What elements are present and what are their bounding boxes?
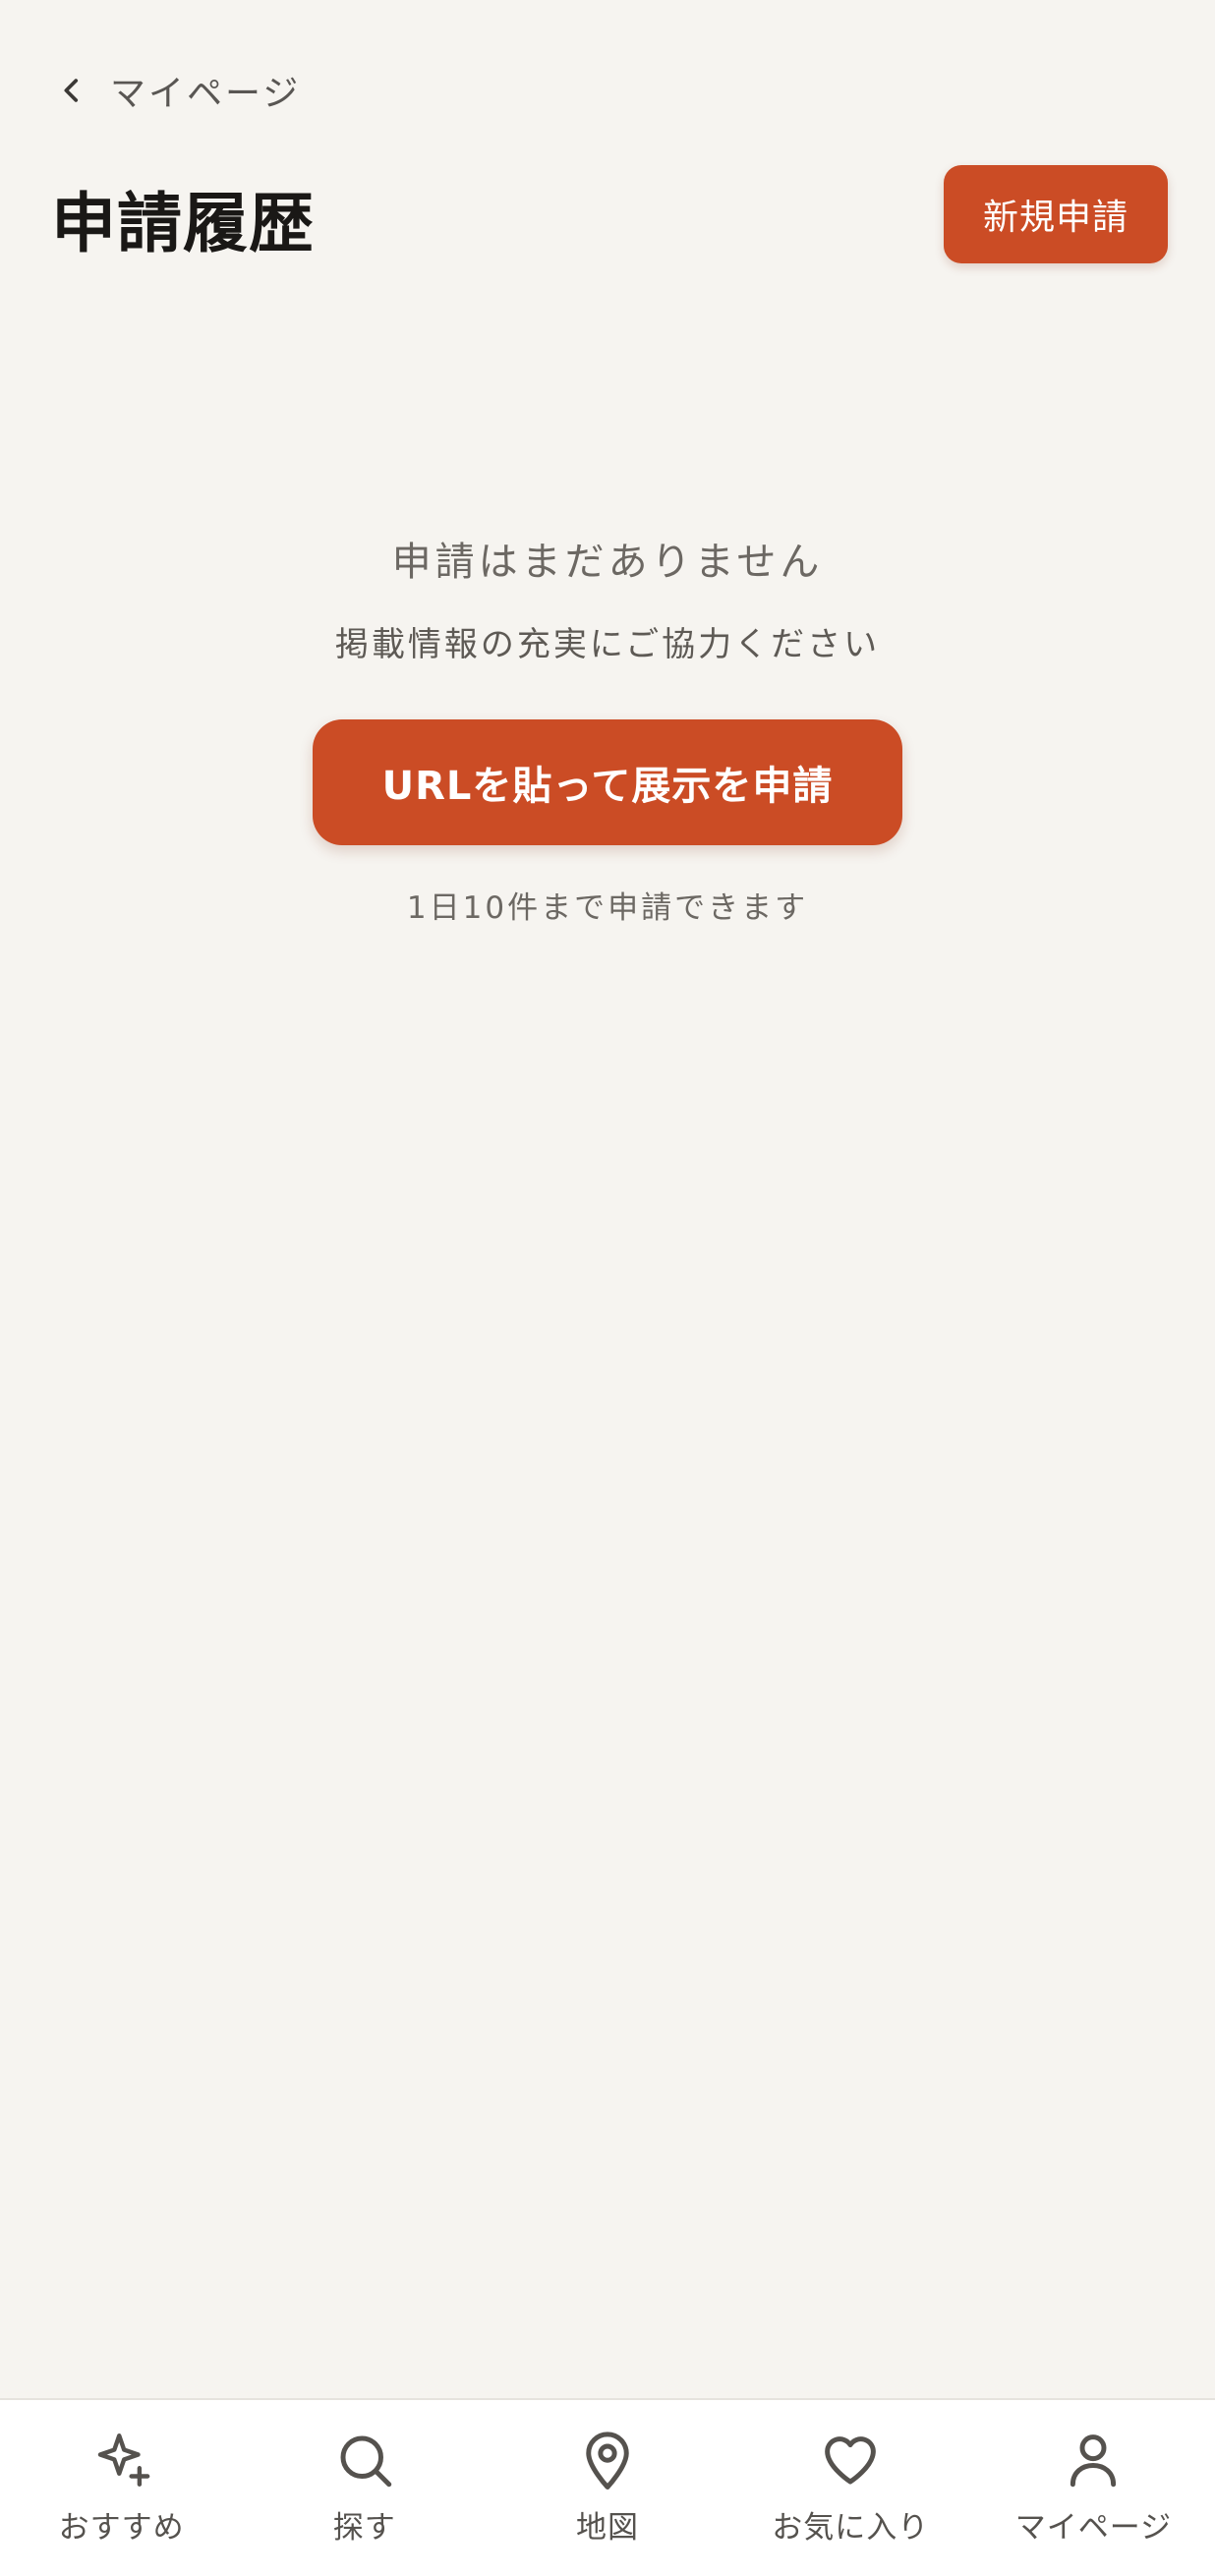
sparkle-icon	[97, 2433, 149, 2487]
tab-label: お気に入り	[772, 2510, 930, 2546]
search-icon	[340, 2435, 392, 2488]
tab-label: マイページ	[1014, 2510, 1173, 2546]
heart-icon	[825, 2436, 877, 2485]
empty-state-subtitle: 掲載情報の充実にご協力ください	[334, 625, 881, 664]
tab-mypage[interactable]: マイページ	[972, 2400, 1215, 2576]
page-title: 申請履歴	[51, 186, 315, 261]
tab-search[interactable]: 探す	[243, 2400, 486, 2576]
user-icon	[1070, 2434, 1117, 2488]
tab-map[interactable]: 地図	[486, 2400, 728, 2576]
bottom-tab-bar: おすすめ 探す 地図 お気に入り マイページ	[0, 2398, 1215, 2576]
tab-favorites[interactable]: お気に入り	[729, 2400, 972, 2576]
tab-label: 探す	[332, 2510, 396, 2546]
empty-state-title: 申請はまだありません	[391, 540, 824, 585]
back-link[interactable]: マイページ	[55, 61, 301, 120]
submit-url-button[interactable]: URLを貼って展示を申請	[313, 719, 902, 845]
tab-label: おすすめ	[58, 2510, 185, 2546]
new-application-button[interactable]: 新規申請	[944, 165, 1168, 263]
empty-state: 申請はまだありません 掲載情報の充実にご協力ください URLを貼って展示を申請 …	[0, 521, 1215, 938]
map-pin-icon	[586, 2432, 629, 2490]
tab-label: 地図	[576, 2510, 639, 2546]
daily-limit-note: 1日10件まで申請できます	[406, 890, 809, 926]
back-link-label: マイページ	[110, 74, 302, 114]
chevron-left-icon	[64, 79, 79, 102]
tab-recommended[interactable]: おすすめ	[0, 2400, 243, 2576]
